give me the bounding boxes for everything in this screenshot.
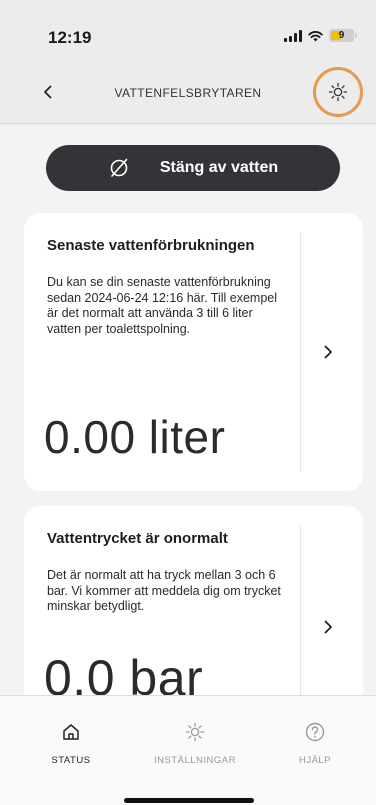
home-indicator	[124, 798, 254, 803]
close-water-label: Stäng av vatten	[159, 159, 279, 176]
card-title: Senaste vattenförbrukningen	[47, 237, 255, 254]
sun-gear-icon	[328, 82, 348, 102]
status-bar: 12:19 9	[0, 0, 376, 62]
battery-icon: 9	[329, 29, 357, 42]
header: VATTENFELSBRYTAREN	[0, 62, 376, 124]
water-pressure-card[interactable]: Vattentrycket är onormalt Det är normalt…	[24, 506, 363, 695]
chevron-right-icon	[319, 618, 337, 636]
settings-button[interactable]	[313, 67, 363, 117]
tab-label: HJÄLP	[298, 755, 332, 766]
consumption-value: 0.00 liter	[44, 411, 226, 463]
wifi-icon	[308, 30, 323, 41]
home-icon	[59, 720, 83, 744]
tab-label: INSTÄLLNINGAR	[154, 755, 236, 766]
battery-level: 9	[338, 30, 345, 41]
close-water-button[interactable]: Stäng av vatten	[46, 145, 340, 191]
card-title: Vattentrycket är onormalt	[47, 530, 228, 547]
chevron-right-icon	[319, 343, 337, 361]
circle-slash-icon	[110, 158, 128, 177]
tab-status[interactable]: STATUS	[11, 720, 131, 766]
status-time: 12:19	[48, 28, 92, 47]
status-icons: 9	[284, 29, 357, 42]
card-divider	[300, 233, 301, 471]
card-description: Det är normalt att ha tryck mellan 3 och…	[47, 568, 281, 613]
water-consumption-card[interactable]: Senaste vattenförbrukningen Du kan se di…	[24, 213, 363, 491]
card-divider	[300, 526, 301, 695]
tab-help[interactable]: HJÄLP	[255, 720, 375, 766]
main-content: Stäng av vatten Senaste vattenförbruknin…	[0, 125, 376, 695]
tab-bar: STATUS INSTÄLLNINGAR HJÄLP	[0, 695, 376, 805]
signal-icon	[284, 29, 302, 42]
sun-gear-icon	[183, 720, 207, 744]
card-description: Du kan se din senaste vattenförbrukning …	[47, 275, 278, 336]
pressure-value: 0.0 bar	[44, 650, 204, 695]
tab-settings[interactable]: INSTÄLLNINGAR	[135, 720, 255, 766]
question-circle-icon	[303, 720, 327, 744]
tab-label: STATUS	[51, 755, 91, 766]
